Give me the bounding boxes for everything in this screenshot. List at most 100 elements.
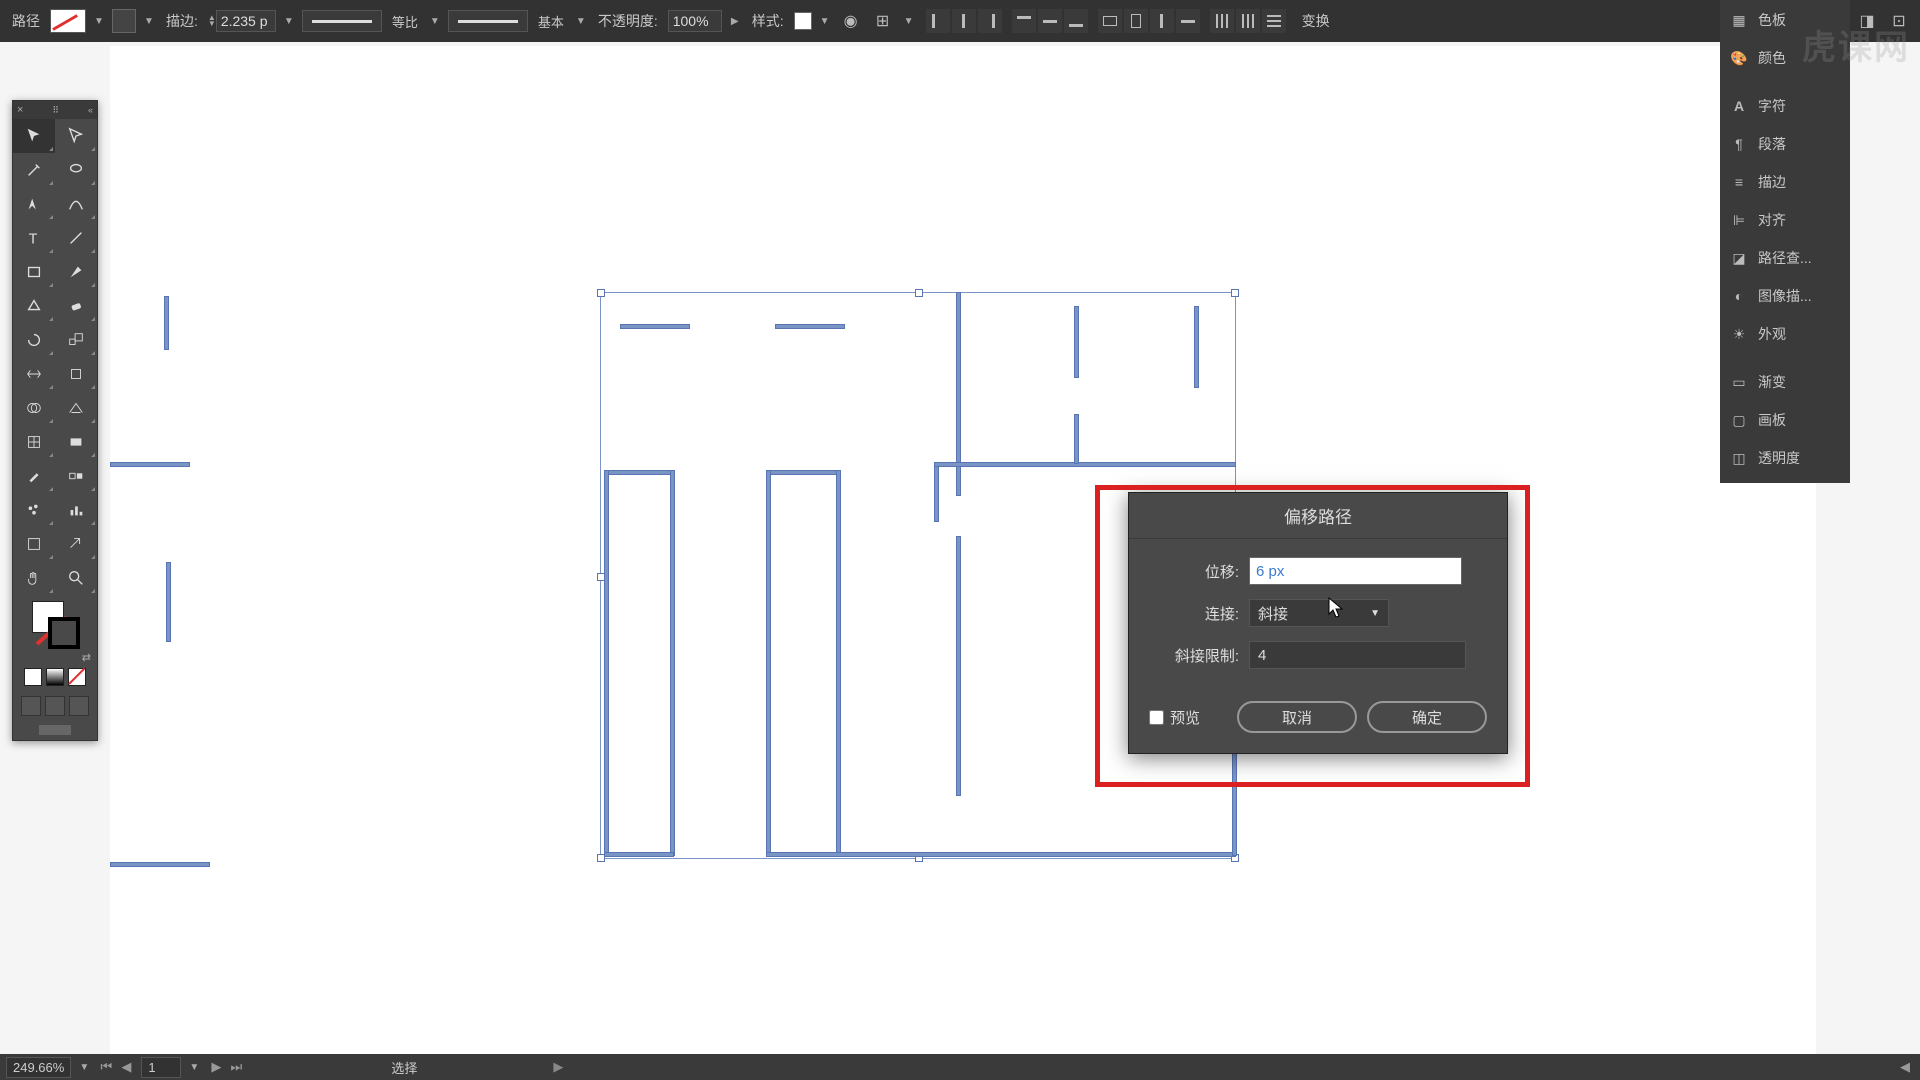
distribute-1-icon[interactable] — [1210, 9, 1234, 33]
draw-inside[interactable] — [69, 696, 89, 716]
join-select[interactable]: 斜接 ▼ — [1249, 599, 1389, 627]
direct-selection-tool[interactable] — [55, 119, 97, 153]
dock-image-trace[interactable]: ◐图像描... — [1720, 277, 1850, 315]
dock-paragraph[interactable]: ¶段落 — [1720, 125, 1850, 163]
magic-wand-tool[interactable] — [13, 153, 55, 187]
miter-input[interactable] — [1249, 641, 1466, 669]
draw-behind[interactable] — [45, 696, 65, 716]
chevron-down-icon[interactable]: ▼ — [428, 16, 442, 27]
zoom-tool[interactable] — [55, 561, 97, 595]
artboard[interactable] — [110, 46, 1816, 1054]
nav-first-icon[interactable]: ⏮ — [97, 1059, 115, 1075]
rectangle-tool[interactable] — [13, 255, 55, 289]
eraser-tool[interactable] — [55, 289, 97, 323]
preview-checkbox[interactable]: 预览 — [1149, 707, 1200, 728]
paintbrush-tool[interactable] — [55, 255, 97, 289]
offset-input[interactable] — [1249, 557, 1462, 585]
shaper-tool[interactable] — [13, 289, 55, 323]
distribute-v-icon[interactable] — [1124, 9, 1148, 33]
pen-tool[interactable] — [13, 187, 55, 221]
distribute-spacing-icon[interactable] — [1150, 9, 1174, 33]
mesh-tool[interactable] — [13, 425, 55, 459]
stroke-weight-spinner[interactable]: ▲▼ — [208, 10, 276, 32]
color-mode-gradient[interactable] — [46, 668, 64, 686]
play-icon[interactable]: ▶ — [553, 1059, 563, 1075]
chevron-down-icon[interactable]: ▼ — [187, 1062, 201, 1073]
dock-transparency[interactable]: ◫透明度 — [1720, 439, 1850, 477]
isolate-icon[interactable]: ◨ — [1854, 8, 1880, 34]
dock-character[interactable]: A字符 — [1720, 87, 1850, 125]
stroke-box[interactable] — [112, 9, 136, 33]
align-bottom-icon[interactable] — [1064, 9, 1088, 33]
shape-builder-tool[interactable] — [13, 391, 55, 425]
distribute-spacing-v-icon[interactable] — [1176, 9, 1200, 33]
dock-stroke[interactable]: ≡描边 — [1720, 163, 1850, 201]
free-transform-tool[interactable] — [55, 357, 97, 391]
type-tool[interactable]: T — [13, 221, 55, 255]
distribute-3-icon[interactable] — [1262, 9, 1286, 33]
distribute-h-icon[interactable] — [1098, 9, 1122, 33]
chevron-down-icon[interactable]: ▼ — [574, 16, 588, 27]
nav-next-icon[interactable]: ▶ — [207, 1059, 225, 1075]
align-left-icon[interactable] — [926, 9, 950, 33]
scroll-left-icon[interactable]: ◀ — [1896, 1059, 1914, 1075]
column-graph-tool[interactable] — [55, 493, 97, 527]
width-tool[interactable] — [13, 357, 55, 391]
distribute-2-icon[interactable] — [1236, 9, 1260, 33]
align-vcenter-icon[interactable] — [1038, 9, 1062, 33]
fill-stroke-swatch[interactable] — [50, 9, 86, 33]
close-icon[interactable]: × — [17, 104, 23, 116]
color-mode-solid[interactable] — [24, 668, 42, 686]
toolbox-header[interactable]: × ⠿ « — [13, 101, 97, 119]
blend-tool[interactable] — [55, 459, 97, 493]
rotate-tool[interactable] — [13, 323, 55, 357]
dock-appearance[interactable]: ☀外观 — [1720, 315, 1850, 353]
more-icon[interactable]: ⊡ — [1886, 8, 1912, 34]
hand-tool[interactable] — [13, 561, 55, 595]
ok-button[interactable]: 确定 — [1367, 701, 1487, 733]
align-right-icon[interactable] — [978, 9, 1002, 33]
canvas-area[interactable] — [0, 42, 1920, 1054]
artboard-tool[interactable] — [13, 527, 55, 561]
eyedropper-tool[interactable] — [13, 459, 55, 493]
chevron-down-icon[interactable]: ▼ — [92, 16, 106, 27]
drag-handle-icon[interactable]: ⠿ — [52, 105, 59, 116]
nav-last-icon[interactable]: ⏭ — [227, 1059, 245, 1075]
stroke-profile[interactable] — [302, 10, 382, 32]
dock-pathfinder[interactable]: ◪路径查... — [1720, 239, 1850, 277]
chevron-down-icon[interactable]: ▼ — [77, 1062, 91, 1073]
symbol-sprayer-tool[interactable] — [13, 493, 55, 527]
nav-prev-icon[interactable]: ◀ — [117, 1059, 135, 1075]
slice-tool[interactable] — [55, 527, 97, 561]
fill-stroke-indicator[interactable] — [32, 601, 78, 647]
draw-normal[interactable] — [21, 696, 41, 716]
perspective-grid-tool[interactable] — [55, 391, 97, 425]
dock-color[interactable]: 🎨颜色 — [1720, 39, 1850, 77]
color-mode-none[interactable] — [68, 668, 86, 686]
dock-gradient[interactable]: ▭渐变 — [1720, 363, 1850, 401]
chevron-down-icon[interactable]: ▼ — [282, 16, 296, 27]
transform-label[interactable]: 变换 — [1298, 11, 1334, 31]
align-hcenter-icon[interactable] — [952, 9, 976, 33]
curvature-tool[interactable] — [55, 187, 97, 221]
align-top-icon[interactable] — [1012, 9, 1036, 33]
screen-mode-button[interactable] — [13, 720, 97, 740]
artboard-number[interactable]: 1 — [141, 1057, 181, 1078]
chevron-down-icon[interactable]: ▼ — [142, 16, 156, 27]
zoom-field[interactable]: 249.66% — [6, 1057, 71, 1078]
opacity-input[interactable] — [668, 10, 722, 32]
preview-checkbox-input[interactable] — [1149, 710, 1164, 725]
stroke-weight-input[interactable] — [216, 10, 276, 32]
recolor-icon[interactable]: ◉ — [838, 8, 864, 34]
lasso-tool[interactable] — [55, 153, 97, 187]
graphic-style-swatch[interactable] — [794, 12, 812, 30]
swap-icon[interactable]: ⇄ — [82, 651, 91, 664]
chevron-right-icon[interactable]: ▶ — [728, 16, 742, 27]
brush-definition[interactable] — [448, 10, 528, 32]
cancel-button[interactable]: 取消 — [1237, 701, 1357, 733]
scale-tool[interactable] — [55, 323, 97, 357]
chevron-down-icon[interactable]: ▼ — [902, 16, 916, 27]
collapse-icon[interactable]: « — [88, 105, 93, 115]
chevron-down-icon[interactable]: ▼ — [818, 16, 832, 27]
line-tool[interactable] — [55, 221, 97, 255]
